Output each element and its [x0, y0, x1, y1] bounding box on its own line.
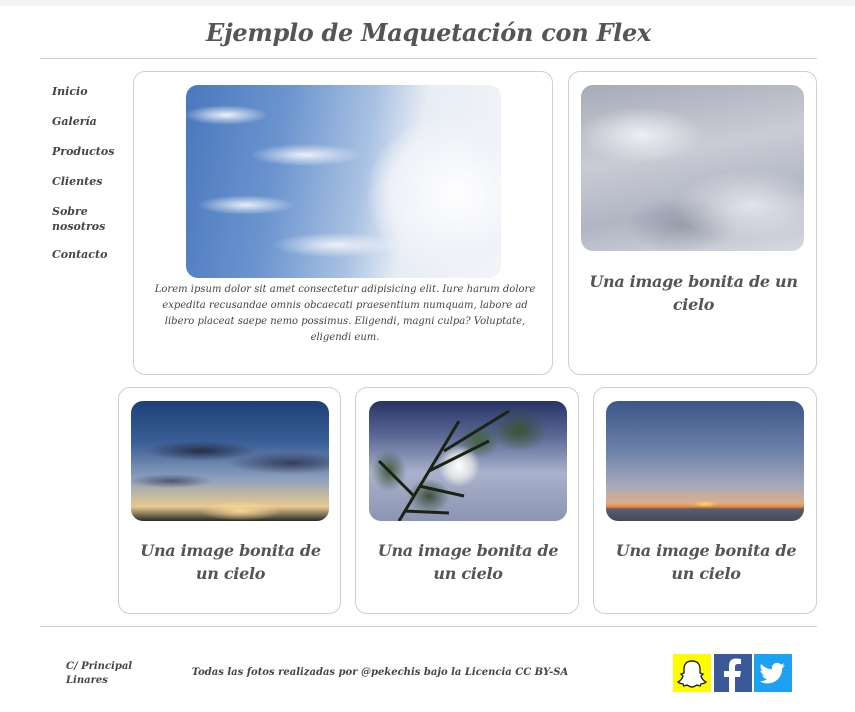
page-footer: C/ Principal Linares Todas las fotos rea… — [40, 626, 817, 707]
gallery-card-4: Una image bonita de un cielo — [593, 387, 817, 614]
twitter-icon[interactable] — [754, 654, 792, 692]
nav-item-galeria[interactable]: Galería — [52, 114, 122, 129]
nav-item-sobre-nosotros[interactable]: Sobre nosotros — [52, 204, 122, 234]
photo-credits: Todas las fotos realizadas por @pekechis… — [191, 667, 569, 678]
gallery-caption-1: Una image bonita de un cielo — [589, 272, 798, 314]
nav-item-inicio[interactable]: Inicio — [52, 84, 122, 99]
feature-text: Lorem ipsum dolor sit amet consectetur a… — [154, 284, 536, 343]
feature-sky-image — [186, 85, 501, 278]
page-title: Ejemplo de Maquetación con Flex — [206, 18, 651, 47]
nav-item-productos[interactable]: Productos — [52, 144, 122, 159]
nav-item-contacto[interactable]: Contacto — [52, 247, 122, 262]
gallery-caption-4: Una image bonita de un cielo — [615, 541, 797, 583]
gallery-caption-2: Una image bonita de un cielo — [140, 541, 321, 583]
address: C/ Principal Linares — [66, 660, 146, 688]
snapchat-icon[interactable] — [673, 654, 711, 692]
page-header: Ejemplo de Maquetación con Flex — [40, 8, 817, 59]
browser-top-strip — [0, 0, 855, 6]
gallery-card-3: Una image bonita de un cielo — [355, 387, 579, 614]
gallery-caption-3: Una image bonita de un cielo — [377, 541, 559, 583]
address-line-2: Linares — [66, 675, 108, 686]
sunset-clouds-image — [131, 401, 329, 521]
gallery-card-1: Una image bonita de un cielo — [568, 71, 817, 375]
tree-branches-icon — [377, 409, 510, 522]
sidebar-nav: Inicio Galería Productos Clientes Sobre … — [52, 84, 122, 277]
tree-sun-image — [369, 401, 567, 522]
ocean-sunset-image — [606, 401, 804, 521]
nav-item-clientes[interactable]: Clientes — [52, 174, 122, 189]
feature-card: Lorem ipsum dolor sit amet consectetur a… — [133, 71, 553, 375]
cloudy-sky-image — [581, 85, 804, 251]
address-line-1: C/ Principal — [66, 661, 133, 672]
gallery-card-2: Una image bonita de un cielo — [118, 387, 341, 614]
facebook-icon[interactable] — [714, 654, 752, 692]
